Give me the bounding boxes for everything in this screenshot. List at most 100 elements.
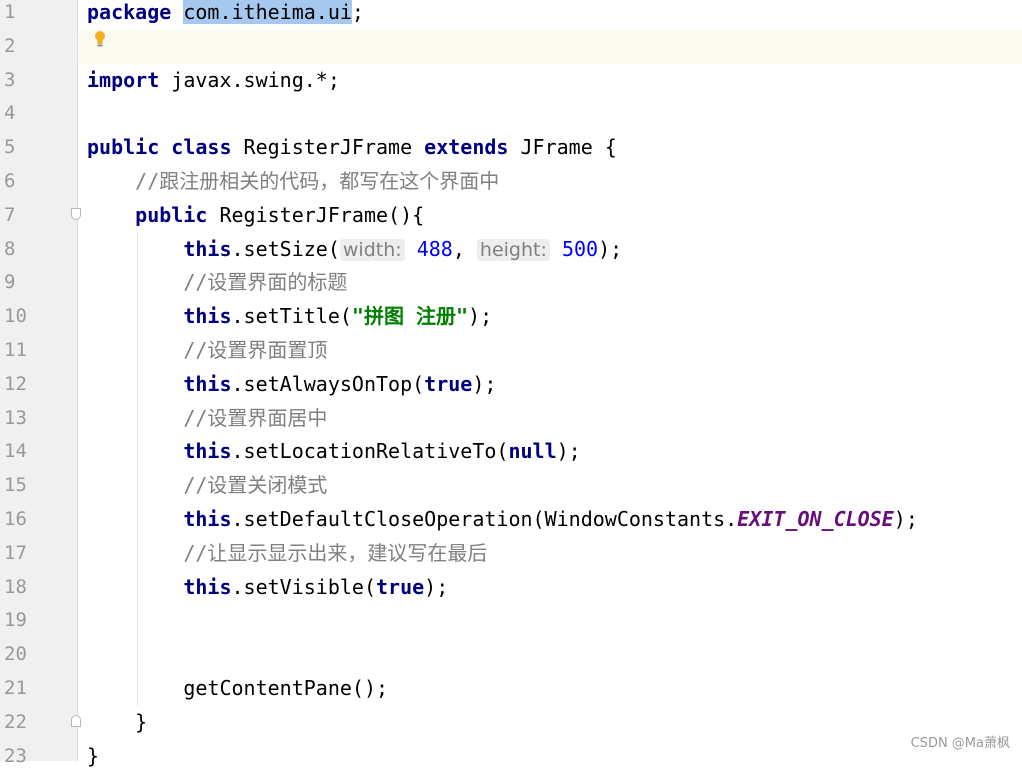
comment-token: //	[183, 338, 208, 362]
code-line[interactable]: //设置关闭模式	[78, 469, 1022, 503]
code-text: .setSize(	[231, 236, 340, 261]
code-line[interactable]: }	[78, 740, 1022, 773]
code-text: RegisterJFrame(){	[207, 202, 425, 227]
comment-token: //	[183, 473, 208, 498]
code-text: }	[87, 709, 148, 734]
keyword-token: extends	[424, 135, 509, 160]
code-line[interactable]: this.setLocationRelativeTo(null);	[78, 435, 1022, 469]
line-number[interactable]: 15	[0, 469, 36, 503]
code-line-text: this.setDefaultCloseOperation(WindowCons…	[87, 503, 918, 537]
code-line-text: package com.itheima.ui;	[87, 0, 364, 30]
line-number[interactable]: 21	[0, 672, 36, 706]
line-number[interactable]: 12	[0, 368, 36, 402]
line-number[interactable]: 1	[0, 0, 36, 30]
code-line[interactable]: this.setDefaultCloseOperation(WindowCons…	[78, 503, 1022, 537]
code-text: .setDefaultCloseOperation(WindowConstant…	[231, 507, 738, 531]
code-line[interactable]	[78, 638, 1022, 672]
comment-text: 设置界面置顶	[207, 338, 328, 362]
code-text: getContentPane();	[87, 676, 389, 700]
code-text: .setVisible(	[231, 574, 377, 599]
code-line-text: //设置界面居中	[87, 402, 327, 436]
line-number[interactable]: 13	[0, 402, 36, 436]
comment-token: //	[135, 169, 160, 193]
line-number[interactable]: 17	[0, 537, 36, 571]
line-number-gutter: 1 2 3 4 5 6 7 8 9 10 11 12 13 14 15 16 17 18 19 20 21 22 23	[0, 0, 78, 767]
code-line[interactable]: }	[78, 706, 1022, 740]
code-line[interactable]: public RegisterJFrame(){	[78, 199, 1022, 233]
code-line[interactable]: import javax.swing.*;	[78, 64, 1022, 98]
code-line[interactable]: //设置界面居中	[78, 402, 1022, 436]
line-number[interactable]: 6	[0, 165, 36, 199]
code-line[interactable]: this.setAlwaysOnTop(true);	[78, 368, 1022, 402]
line-number[interactable]: 5	[0, 131, 36, 165]
keyword-token: import	[87, 67, 160, 92]
line-number[interactable]: 10	[0, 300, 36, 334]
comment-text: 设置界面居中	[207, 405, 328, 430]
line-number[interactable]: 22	[0, 706, 36, 740]
line-number[interactable]: 18	[0, 571, 36, 605]
fold-open-icon[interactable]	[71, 208, 81, 220]
code-line[interactable]: //让显示显示出来，建议写在最后	[78, 537, 1022, 571]
code-line[interactable]: package com.itheima.ui;	[78, 0, 1022, 30]
code-text: .setAlwaysOnTop(	[231, 371, 425, 396]
line-number[interactable]: 11	[0, 334, 36, 368]
code-line-text: this.setVisible(true);	[87, 571, 448, 605]
line-number[interactable]: 7	[0, 199, 36, 233]
code-line-text: getContentPane();	[87, 672, 388, 706]
line-number[interactable]: 9	[0, 266, 36, 300]
line-number[interactable]: 3	[0, 64, 36, 98]
line-number[interactable]: 23	[0, 740, 36, 773]
line-number[interactable]: 16	[0, 503, 36, 537]
keyword-token: this	[183, 371, 232, 396]
comment-text: 跟注册相关的代码，都写在这个界面中	[159, 169, 500, 193]
code-line[interactable]	[78, 604, 1022, 638]
line-number[interactable]: 2	[0, 30, 36, 64]
lightbulb-icon[interactable]	[94, 30, 106, 48]
keyword-token: public	[87, 135, 160, 160]
keyword-token: this	[183, 439, 232, 464]
keyword-token: true	[424, 371, 473, 396]
code-line[interactable]: //跟注册相关的代码，都写在这个界面中	[78, 165, 1022, 199]
keyword-token: this	[183, 304, 232, 329]
code-text: .setTitle(	[231, 304, 352, 329]
string-literal: "拼图 注册"	[351, 304, 469, 329]
comment-text: 让显示显示出来，建议写在最后	[207, 540, 488, 565]
code-line[interactable]: this.setSize(width: 488, height: 500);	[78, 233, 1022, 267]
code-line[interactable]: //设置界面的标题	[78, 266, 1022, 300]
line-number[interactable]: 14	[0, 435, 36, 469]
code-text: RegisterJFrame	[231, 135, 425, 160]
code-text: );	[468, 304, 493, 329]
parameter-hint: height:	[476, 238, 550, 261]
keyword-token: this	[183, 507, 232, 531]
code-line[interactable]: //设置界面置顶	[78, 334, 1022, 368]
code-text: ;	[351, 0, 364, 24]
code-line[interactable]	[78, 29, 1022, 64]
code-line[interactable]	[78, 97, 1022, 131]
constant-token: EXIT_ON_CLOSE	[737, 507, 894, 531]
code-line-text: //跟注册相关的代码，都写在这个界面中	[87, 165, 499, 199]
fold-close-icon[interactable]	[71, 715, 81, 727]
line-number[interactable]: 4	[0, 97, 36, 131]
code-line[interactable]: this.setTitle("拼图 注册");	[78, 300, 1022, 334]
line-number[interactable]: 20	[0, 638, 36, 672]
code-line-text: import javax.swing.*;	[87, 64, 340, 98]
code-area[interactable]: package com.itheima.ui; import javax.swin…	[78, 0, 1022, 768]
keyword-token: class	[171, 135, 232, 160]
code-line[interactable]: getContentPane();	[78, 672, 1022, 706]
code-line[interactable]: public class RegisterJFrame extends JFra…	[78, 131, 1022, 165]
line-number[interactable]: 8	[0, 233, 36, 267]
line-number[interactable]: 19	[0, 604, 36, 638]
code-line[interactable]: this.setVisible(true);	[78, 571, 1022, 605]
